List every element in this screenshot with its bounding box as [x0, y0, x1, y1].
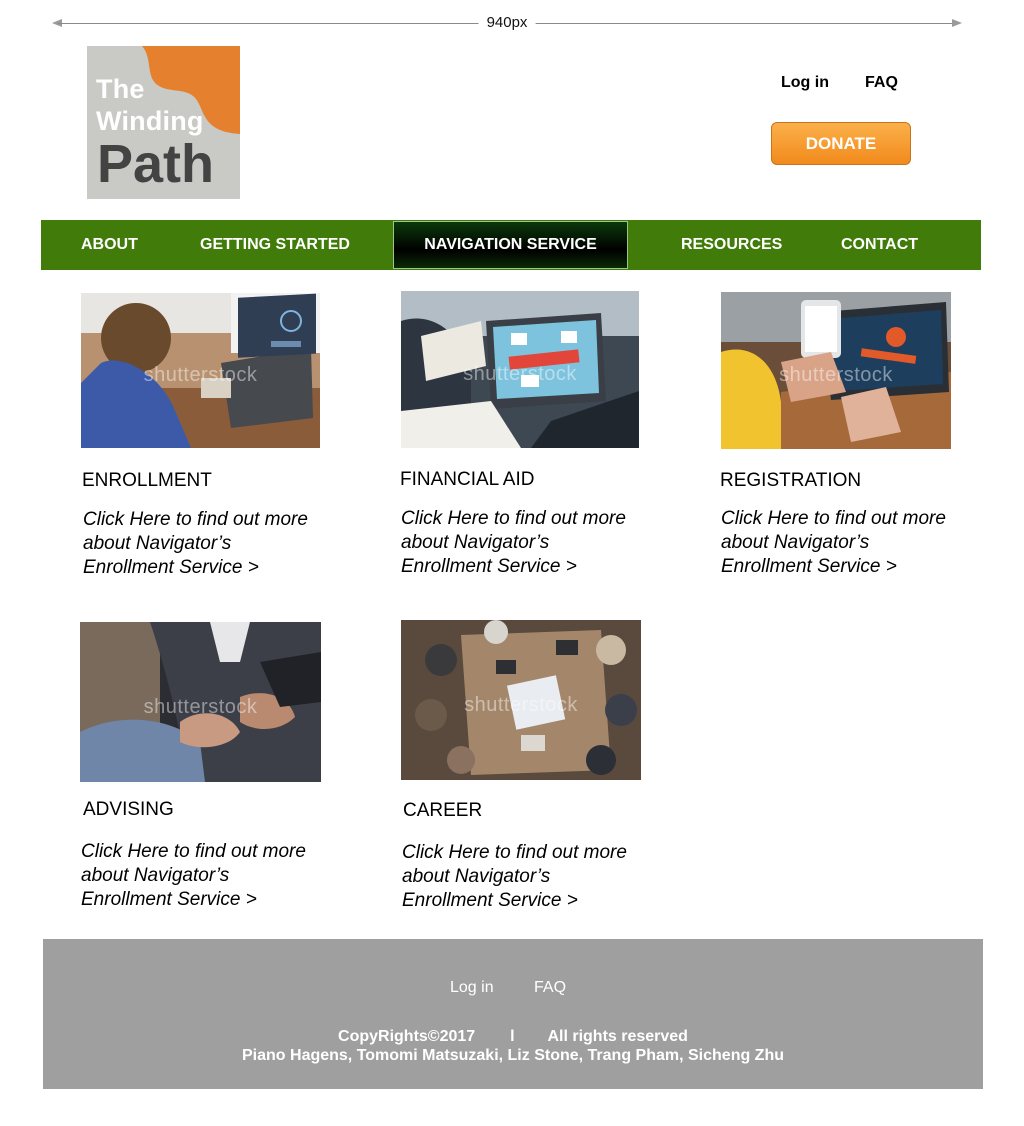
registration-image[interactable]: shutterstock — [721, 292, 951, 449]
card-title-registration: REGISTRATION — [720, 470, 862, 491]
nav-item-navigation-service[interactable]: NAVIGATION SERVICE — [393, 221, 628, 269]
header-login-link[interactable]: Log in — [781, 74, 829, 92]
card-title-financial-aid: FINANCIAL AID — [400, 469, 535, 490]
logo-text-path: Path — [97, 134, 215, 194]
footer-rights: All rights reserved — [547, 1028, 688, 1045]
card-link-career[interactable]: Click Here to find out more about Naviga… — [402, 841, 642, 913]
image-watermark: shutterstock — [464, 693, 578, 716]
footer-separator: l — [510, 1028, 515, 1045]
image-watermark: shutterstock — [463, 363, 577, 386]
image-watermark: shutterstock — [779, 364, 893, 387]
logo-text-the: The — [96, 74, 145, 104]
ruler-right-arrow-icon — [952, 19, 962, 27]
main-nav: ABOUT GETTING STARTED NAVIGATION SERVICE… — [41, 220, 981, 270]
enrollment-image[interactable]: shutterstock — [81, 293, 320, 448]
footer-copyright-line: CopyRights©2017 l All rights reserved — [43, 1028, 983, 1046]
ruler-label: 940px — [478, 14, 536, 31]
card-title-advising: ADVISING — [83, 799, 174, 820]
nav-item-resources[interactable]: RESOURCES — [681, 220, 782, 270]
donate-button[interactable]: DONATE — [771, 122, 911, 165]
image-watermark: shutterstock — [143, 364, 258, 387]
card-title-enrollment: ENROLLMENT — [82, 470, 212, 491]
nav-item-getting-started[interactable]: GETTING STARTED — [200, 220, 350, 270]
footer-copyright: CopyRights©2017 — [338, 1028, 476, 1045]
career-image[interactable]: shutterstock — [401, 620, 641, 780]
nav-item-about[interactable]: ABOUT — [81, 220, 138, 270]
site-logo[interactable]: The Winding Path — [87, 46, 240, 199]
logo-text-winding: Winding — [96, 106, 204, 136]
advising-image[interactable]: shutterstock — [80, 622, 321, 782]
card-link-enrollment[interactable]: Click Here to find out more about Naviga… — [83, 508, 323, 580]
footer-credits: Piano Hagens, Tomomi Matsuzaki, Liz Ston… — [242, 1047, 784, 1064]
card-link-financial-aid[interactable]: Click Here to find out more about Naviga… — [401, 507, 641, 579]
card-title-career: CAREER — [403, 800, 483, 821]
width-ruler: 940px — [52, 14, 962, 32]
image-watermark: shutterstock — [143, 695, 258, 718]
card-link-registration[interactable]: Click Here to find out more about Naviga… — [721, 507, 961, 579]
footer-faq-link[interactable]: FAQ — [534, 979, 566, 997]
card-link-advising[interactable]: Click Here to find out more about Naviga… — [81, 840, 321, 912]
header-faq-link[interactable]: FAQ — [865, 74, 898, 92]
footer-login-link[interactable]: Log in — [450, 979, 494, 997]
nav-item-contact[interactable]: CONTACT — [841, 220, 918, 270]
site-footer: Log in FAQ CopyRights©2017 l All rights … — [43, 939, 983, 1089]
financial-aid-image[interactable]: shutterstock — [401, 291, 639, 448]
